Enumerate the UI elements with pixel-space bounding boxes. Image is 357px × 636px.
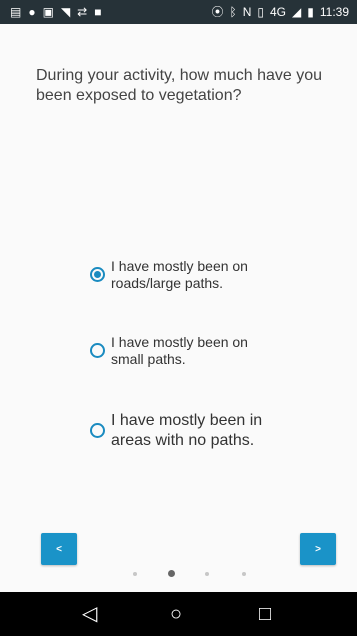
sync-icon: ⇄ xyxy=(77,5,88,19)
notification-icon: ▤ xyxy=(10,5,22,19)
battery-icon: ▮ xyxy=(307,5,314,19)
back-icon[interactable]: ◁ xyxy=(82,604,97,624)
option-label: I have mostly been on roads/large paths. xyxy=(111,258,248,291)
pager-indicator xyxy=(0,568,357,580)
next-button[interactable]: > xyxy=(300,533,336,565)
status-left-icons: ▤ ● ▣ ◥ ⇄ ■ xyxy=(10,5,101,19)
pager-dot-active xyxy=(168,570,175,577)
location-icon: ⦿ xyxy=(211,5,224,19)
option-label: I have mostly been in areas with no path… xyxy=(111,412,263,449)
system-navigation-bar: ◁ ○ □ xyxy=(0,592,357,636)
status-bar: ▤ ● ▣ ◥ ⇄ ■ ⦿ ᛒ N ▯ 4G ◢ ▮ 11:39 xyxy=(0,0,357,24)
image-icon: ▣ xyxy=(42,5,54,19)
pager-dot xyxy=(205,572,209,576)
option-roads-large-paths[interactable]: I have mostly been on roads/large paths. xyxy=(90,258,281,292)
nfc-icon: N xyxy=(242,5,252,19)
recent-apps-icon[interactable]: □ xyxy=(259,604,271,624)
pager-dot xyxy=(133,572,137,576)
option-no-paths[interactable]: I have mostly been in areas with no path… xyxy=(90,411,281,451)
home-icon[interactable]: ○ xyxy=(170,604,182,624)
radio-selected-icon[interactable] xyxy=(90,267,105,282)
network-type: 4G xyxy=(270,5,287,19)
radio-unselected-icon[interactable] xyxy=(90,423,105,438)
option-label: I have mostly been on small paths. xyxy=(111,334,248,367)
option-small-paths[interactable]: I have mostly been on small paths. xyxy=(90,334,281,368)
previous-button[interactable]: < xyxy=(41,533,77,565)
pager-dot xyxy=(242,572,246,576)
signal-icon: ◢ xyxy=(292,5,302,19)
circle-icon: ● xyxy=(28,5,36,19)
bluetooth-icon: ᛒ xyxy=(229,5,237,19)
wifi-icon: ◥ xyxy=(60,5,71,19)
vibrate-icon: ▯ xyxy=(257,5,264,19)
square-icon: ■ xyxy=(94,5,102,19)
radio-unselected-icon[interactable] xyxy=(90,343,105,358)
question-text: During your activity, how much have you … xyxy=(36,67,323,104)
status-right-icons: ⦿ ᛒ N ▯ 4G ◢ ▮ 11:39 xyxy=(212,5,350,19)
status-time: 11:39 xyxy=(319,5,349,19)
